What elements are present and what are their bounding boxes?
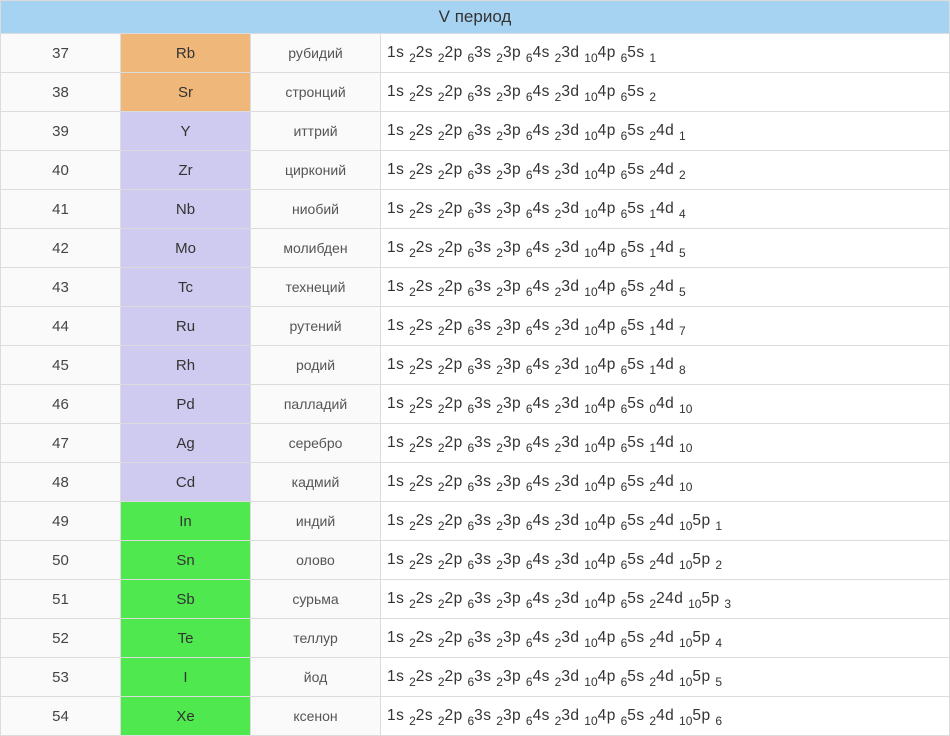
- electron-configuration: 1s 22s 22p 63s 23p 64s 23d 104p 65s 24d …: [381, 619, 950, 658]
- element-symbol: I: [121, 658, 251, 697]
- electron-configuration: 1s 22s 22p 63s 23p 64s 23d 104p 65s 14d …: [381, 307, 950, 346]
- table-row: 45Rhродий1s 22s 22p 63s 23p 64s 23d 104p…: [1, 346, 950, 385]
- table-row: 46Pdпалладий1s 22s 22p 63s 23p 64s 23d 1…: [1, 385, 950, 424]
- table-row: 39Yиттрий1s 22s 22p 63s 23p 64s 23d 104p…: [1, 112, 950, 151]
- electron-configuration: 1s 22s 22p 63s 23p 64s 23d 104p 65s 24d …: [381, 112, 950, 151]
- element-name: молибден: [251, 229, 381, 268]
- electron-configuration: 1s 22s 22p 63s 23p 64s 23d 104p 65s 224d…: [381, 580, 950, 619]
- atomic-number: 40: [1, 151, 121, 190]
- table-row: 48Cdкадмий1s 22s 22p 63s 23p 64s 23d 104…: [1, 463, 950, 502]
- atomic-number: 38: [1, 73, 121, 112]
- electron-configuration: 1s 22s 22p 63s 23p 64s 23d 104p 65s 24d …: [381, 151, 950, 190]
- element-symbol: Rh: [121, 346, 251, 385]
- element-name: палладий: [251, 385, 381, 424]
- element-symbol: Mo: [121, 229, 251, 268]
- table-row: 53Iйод1s 22s 22p 63s 23p 64s 23d 104p 65…: [1, 658, 950, 697]
- element-name: технеций: [251, 268, 381, 307]
- element-symbol: Sn: [121, 541, 251, 580]
- table-row: 40Zrцирконий1s 22s 22p 63s 23p 64s 23d 1…: [1, 151, 950, 190]
- table-row: 37Rbрубидий1s 22s 22p 63s 23p 64s 23d 10…: [1, 34, 950, 73]
- atomic-number: 50: [1, 541, 121, 580]
- table-row: 52Teтеллур1s 22s 22p 63s 23p 64s 23d 104…: [1, 619, 950, 658]
- table-row: 51Sbсурьма1s 22s 22p 63s 23p 64s 23d 104…: [1, 580, 950, 619]
- table-row: 38Srстронций1s 22s 22p 63s 23p 64s 23d 1…: [1, 73, 950, 112]
- atomic-number: 52: [1, 619, 121, 658]
- element-name: олово: [251, 541, 381, 580]
- element-symbol: Rb: [121, 34, 251, 73]
- atomic-number: 48: [1, 463, 121, 502]
- table-row: 49Inиндий1s 22s 22p 63s 23p 64s 23d 104p…: [1, 502, 950, 541]
- element-symbol: Sb: [121, 580, 251, 619]
- atomic-number: 51: [1, 580, 121, 619]
- element-name: цирконий: [251, 151, 381, 190]
- element-name: йод: [251, 658, 381, 697]
- element-symbol: Cd: [121, 463, 251, 502]
- atomic-number: 45: [1, 346, 121, 385]
- electron-configuration: 1s 22s 22p 63s 23p 64s 23d 104p 65s 24d …: [381, 502, 950, 541]
- table-row: 54Xeксенон1s 22s 22p 63s 23p 64s 23d 104…: [1, 697, 950, 736]
- element-symbol: In: [121, 502, 251, 541]
- element-name: сурьма: [251, 580, 381, 619]
- element-symbol: Nb: [121, 190, 251, 229]
- element-symbol: Zr: [121, 151, 251, 190]
- atomic-number: 37: [1, 34, 121, 73]
- element-name: ниобий: [251, 190, 381, 229]
- atomic-number: 47: [1, 424, 121, 463]
- element-name: родий: [251, 346, 381, 385]
- atomic-number: 43: [1, 268, 121, 307]
- electron-configuration: 1s 22s 22p 63s 23p 64s 23d 104p 65s 2: [381, 73, 950, 112]
- electron-configuration: 1s 22s 22p 63s 23p 64s 23d 104p 65s 14d …: [381, 190, 950, 229]
- electron-configuration: 1s 22s 22p 63s 23p 64s 23d 104p 65s 24d …: [381, 697, 950, 736]
- element-symbol: Tc: [121, 268, 251, 307]
- atomic-number: 39: [1, 112, 121, 151]
- atomic-number: 46: [1, 385, 121, 424]
- element-symbol: Te: [121, 619, 251, 658]
- electron-configuration: 1s 22s 22p 63s 23p 64s 23d 104p 65s 24d …: [381, 658, 950, 697]
- element-name: индий: [251, 502, 381, 541]
- period-table: V период 37Rbрубидий1s 22s 22p 63s 23p 6…: [0, 0, 950, 736]
- electron-configuration: 1s 22s 22p 63s 23p 64s 23d 104p 65s 14d …: [381, 424, 950, 463]
- element-symbol: Sr: [121, 73, 251, 112]
- element-symbol: Xe: [121, 697, 251, 736]
- electron-configuration: 1s 22s 22p 63s 23p 64s 23d 104p 65s 1: [381, 34, 950, 73]
- table-row: 50Snолово1s 22s 22p 63s 23p 64s 23d 104p…: [1, 541, 950, 580]
- element-name: стронций: [251, 73, 381, 112]
- element-symbol: Ru: [121, 307, 251, 346]
- element-name: серебро: [251, 424, 381, 463]
- electron-configuration: 1s 22s 22p 63s 23p 64s 23d 104p 65s 24d …: [381, 541, 950, 580]
- table-title: V период: [439, 7, 512, 26]
- electron-configuration: 1s 22s 22p 63s 23p 64s 23d 104p 65s 24d …: [381, 463, 950, 502]
- atomic-number: 54: [1, 697, 121, 736]
- element-name: рутений: [251, 307, 381, 346]
- electron-configuration: 1s 22s 22p 63s 23p 64s 23d 104p 65s 04d …: [381, 385, 950, 424]
- atomic-number: 53: [1, 658, 121, 697]
- electron-configuration: 1s 22s 22p 63s 23p 64s 23d 104p 65s 14d …: [381, 346, 950, 385]
- electron-configuration: 1s 22s 22p 63s 23p 64s 23d 104p 65s 14d …: [381, 229, 950, 268]
- element-name: ксенон: [251, 697, 381, 736]
- element-symbol: Pd: [121, 385, 251, 424]
- element-name: кадмий: [251, 463, 381, 502]
- electron-configuration: 1s 22s 22p 63s 23p 64s 23d 104p 65s 24d …: [381, 268, 950, 307]
- element-symbol: Ag: [121, 424, 251, 463]
- element-name: рубидий: [251, 34, 381, 73]
- element-symbol: Y: [121, 112, 251, 151]
- period-table-wrapper: V период 37Rbрубидий1s 22s 22p 63s 23p 6…: [0, 0, 950, 736]
- table-header: V период: [1, 1, 950, 34]
- atomic-number: 44: [1, 307, 121, 346]
- atomic-number: 49: [1, 502, 121, 541]
- table-row: 43Tcтехнеций1s 22s 22p 63s 23p 64s 23d 1…: [1, 268, 950, 307]
- element-name: теллур: [251, 619, 381, 658]
- atomic-number: 42: [1, 229, 121, 268]
- table-row: 41Nbниобий1s 22s 22p 63s 23p 64s 23d 104…: [1, 190, 950, 229]
- table-row: 47Agсеребро1s 22s 22p 63s 23p 64s 23d 10…: [1, 424, 950, 463]
- table-row: 44Ruрутений1s 22s 22p 63s 23p 64s 23d 10…: [1, 307, 950, 346]
- table-row: 42Moмолибден1s 22s 22p 63s 23p 64s 23d 1…: [1, 229, 950, 268]
- element-name: иттрий: [251, 112, 381, 151]
- atomic-number: 41: [1, 190, 121, 229]
- table-body: 37Rbрубидий1s 22s 22p 63s 23p 64s 23d 10…: [1, 34, 950, 736]
